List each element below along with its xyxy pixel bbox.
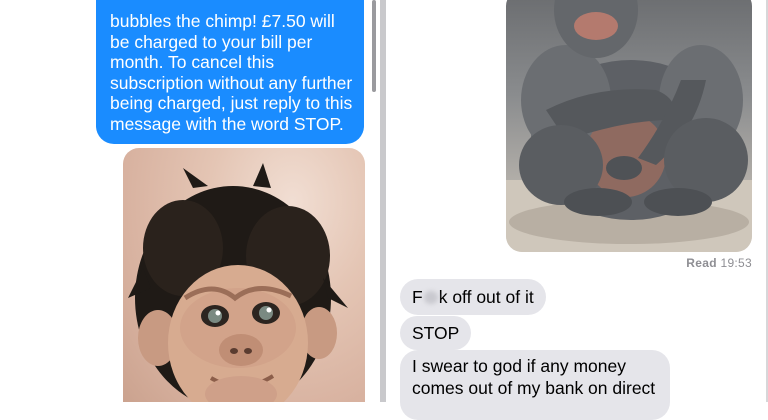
read-status-label: Read — [686, 256, 717, 270]
baby-chimp-photo[interactable] — [123, 148, 365, 402]
incoming-message-3[interactable]: I swear to god if any money comes out of… — [400, 350, 670, 420]
read-receipt: Read 19:53 — [660, 256, 752, 270]
hairless-ape-photo[interactable] — [506, 0, 752, 252]
outgoing-message-bubble[interactable]: bubbles the chimp! £7.50 will be charged… — [96, 0, 364, 144]
message-2-text: STOP — [412, 323, 460, 343]
censor-blur — [423, 291, 438, 304]
message-1-end: k off out of it — [438, 287, 534, 307]
incoming-message-2[interactable]: STOP — [400, 316, 472, 350]
read-time: 19:53 — [720, 256, 752, 270]
message-1-start: F — [412, 287, 423, 307]
left-conversation-panel[interactable]: bubbles the chimp! £7.50 will be charged… — [0, 0, 380, 402]
baby-chimp-illustration — [128, 163, 348, 402]
outgoing-message-text: bubbles the chimp! £7.50 will be charged… — [110, 11, 353, 134]
hairless-ape-illustration — [506, 0, 752, 252]
incoming-message-1[interactable]: Fk off out of it — [400, 279, 546, 315]
left-scrollbar[interactable] — [372, 0, 376, 92]
message-3-text: I swear to god if any money comes out of… — [412, 356, 656, 398]
